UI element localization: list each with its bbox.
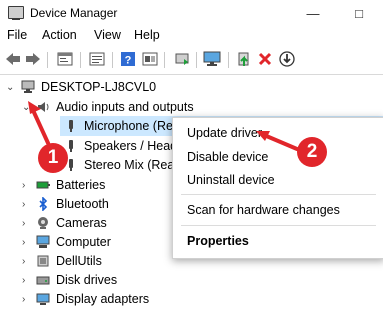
step-badge-2: 2 [297, 137, 327, 167]
step-badge-1: 1 [38, 143, 68, 173]
